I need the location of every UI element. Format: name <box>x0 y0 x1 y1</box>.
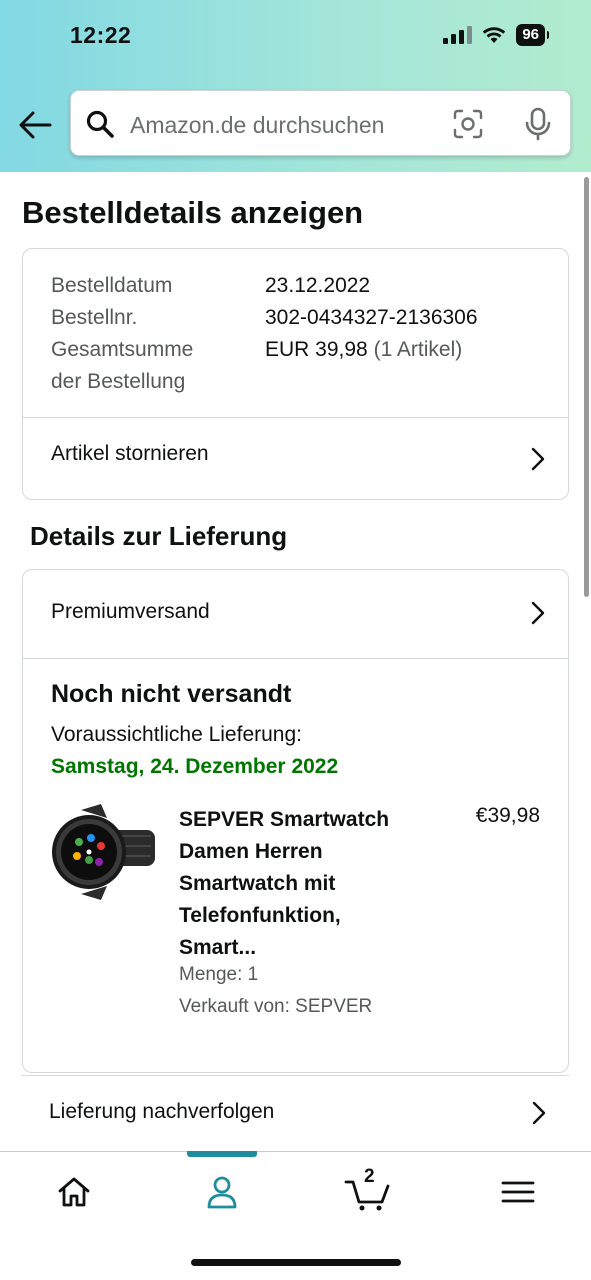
eta-date: Samstag, 24. Dezember 2022 <box>51 755 339 778</box>
cart-button[interactable]: 2 <box>344 1166 394 1212</box>
product-title-line: Smartwatch mit <box>179 872 336 895</box>
chevron-right-icon <box>532 1101 546 1125</box>
order-number-value: 302-0434327-2136306 <box>265 306 478 329</box>
track-delivery-row[interactable]: Lieferung nachverfolgen <box>22 1075 569 1150</box>
home-indicator <box>191 1259 401 1266</box>
bottom-nav: 2 <box>0 1151 591 1280</box>
scrollbar[interactable] <box>584 177 589 597</box>
product-title-line: Damen Herren <box>179 840 323 863</box>
order-total-items: (1 Artikel) <box>373 338 463 361</box>
cancel-items-row[interactable]: Artikel stornieren <box>23 418 568 500</box>
order-total-amount: EUR 39,98 <box>265 338 368 361</box>
product-title-line: Smart... <box>179 936 257 959</box>
active-tab-indicator <box>187 1151 257 1157</box>
divider <box>23 658 568 659</box>
product-title-line: Telefonfunktion, <box>179 904 341 927</box>
back-arrow-icon[interactable] <box>18 110 52 140</box>
menu-icon[interactable] <box>498 1172 538 1212</box>
order-date-value: 23.12.2022 <box>265 274 371 297</box>
product-image[interactable] <box>51 802 157 902</box>
camera-lens-icon[interactable] <box>453 109 483 139</box>
shipping-method-row[interactable]: Premiumversand <box>23 570 568 658</box>
header: 12:22 96 Amazon.de durchsuchen <box>0 0 591 172</box>
signal-icon <box>443 26 473 44</box>
order-total-value: EUR 39,98 (1 Artikel) <box>265 334 462 366</box>
product-title-line: SEPVER Smartwatch <box>179 808 390 831</box>
track-delivery-label: Lieferung nachverfolgen <box>49 1100 275 1123</box>
account-icon[interactable] <box>202 1172 242 1212</box>
order-total-label: Gesamtsumme <box>51 338 194 361</box>
search-input[interactable]: Amazon.de durchsuchen <box>130 112 384 139</box>
order-total-label-line2: der Bestellung <box>51 370 186 393</box>
wifi-icon <box>483 27 506 43</box>
product-quantity: Menge: 1 <box>179 964 259 985</box>
eta-label: Voraussichtliche Lieferung: <box>51 723 302 746</box>
search-bar[interactable]: Amazon.de durchsuchen <box>70 90 571 156</box>
shipment-status: Noch nicht versandt <box>51 680 292 708</box>
product-title[interactable]: SEPVER Smartwatch Damen Herren Smartwatc… <box>179 804 439 964</box>
delivery-card: Premiumversand Noch nicht versandt Vorau… <box>22 569 569 1073</box>
order-date-label: Bestelldatum <box>51 274 173 297</box>
order-number-label: Bestellnr. <box>51 306 138 329</box>
home-icon[interactable] <box>54 1172 94 1212</box>
product-price: €39,98 <box>475 804 540 827</box>
cancel-items-label: Artikel stornieren <box>51 442 209 465</box>
cart-count-badge: 2 <box>364 1166 375 1187</box>
order-summary-card: Bestelldatum 23.12.2022 Bestellnr. 302-0… <box>22 248 569 500</box>
chevron-right-icon <box>531 601 545 625</box>
page-title: Bestelldetails anzeigen <box>22 195 364 230</box>
status-icons: 96 <box>443 24 549 46</box>
microphone-icon[interactable] <box>525 107 551 141</box>
status-time: 12:22 <box>70 22 132 48</box>
delivery-section-title: Details zur Lieferung <box>30 521 288 551</box>
chevron-right-icon <box>531 447 545 471</box>
battery-indicator: 96 <box>516 24 549 46</box>
product-seller: Verkauft von: SEPVER <box>179 996 373 1017</box>
search-icon <box>86 110 114 138</box>
shipping-method-label: Premiumversand <box>51 600 210 623</box>
